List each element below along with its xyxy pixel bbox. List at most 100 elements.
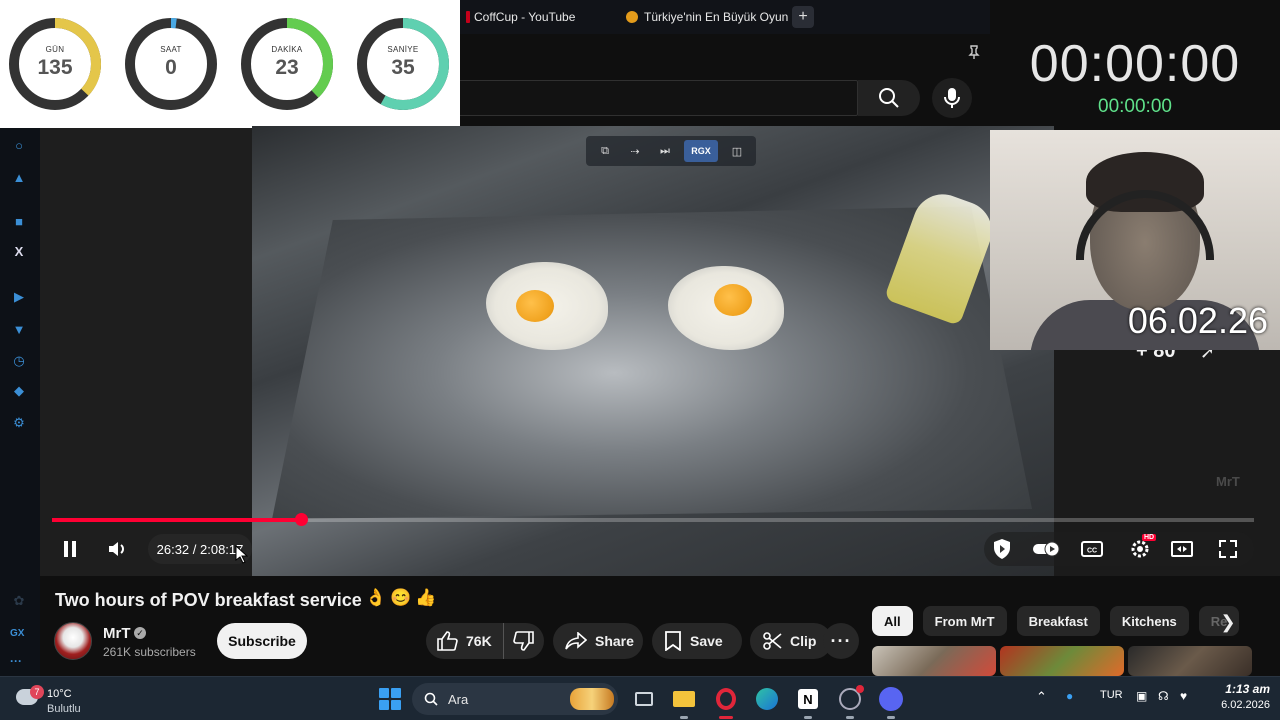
- video-frame[interactable]: [252, 126, 1054, 576]
- channel-name[interactable]: MrT: [103, 625, 131, 642]
- taskbar-clock[interactable]: 1:13 am 6.02.2026: [1200, 682, 1270, 711]
- clip-button[interactable]: Clip: [750, 623, 832, 659]
- rgx-button[interactable]: RGX: [684, 140, 718, 162]
- stopwatch-sub: 00:00:00: [1098, 96, 1172, 117]
- save-button[interactable]: Save: [652, 623, 742, 659]
- edge-browser-icon[interactable]: [753, 685, 781, 713]
- taskbar-search[interactable]: Ara: [412, 683, 618, 715]
- ship-icon[interactable]: ▲: [10, 168, 28, 186]
- extensions-icon[interactable]: ◆: [10, 382, 28, 400]
- countdown-seconds: SANİYE 35: [355, 16, 451, 112]
- chevron-right-icon[interactable]: ❯: [1216, 610, 1240, 634]
- search-button[interactable]: [858, 80, 920, 116]
- microphone-icon: [944, 88, 960, 108]
- display-icon[interactable]: ▣: [1136, 689, 1147, 703]
- file-explorer-icon[interactable]: [670, 685, 698, 719]
- skip-next-icon[interactable]: ⏭: [654, 141, 676, 161]
- related-thumbnail[interactable]: [872, 646, 996, 676]
- share-button[interactable]: Share: [553, 623, 643, 659]
- tab-coffcup-youtube[interactable]: CoffCup - YouTube: [460, 0, 620, 34]
- theater-mode-button[interactable]: [1170, 536, 1194, 562]
- video-title: Two hours of POV breakfast service: [55, 590, 362, 610]
- tab-turkish-gaming[interactable]: Türkiye'nin En Büyük Oyun: [620, 0, 790, 34]
- history-icon[interactable]: ◷: [10, 352, 28, 370]
- theater-icon: [1171, 541, 1193, 557]
- expand-icon: [1219, 540, 1237, 558]
- search-input[interactable]: [460, 80, 858, 116]
- browser-tab-strip: CoffCup - YouTube Türkiye'nin En Büyük O…: [460, 0, 990, 34]
- channel-watermark: MrT: [1216, 474, 1240, 489]
- notion-icon[interactable]: N: [794, 685, 822, 719]
- video-popout-toolbar: ⧉ ⇢ ⏭ RGX ◫: [586, 136, 756, 166]
- chip-breakfast[interactable]: Breakfast: [1016, 606, 1100, 636]
- related-chips: All From MrT Breakfast Kitchens Re: [872, 606, 1239, 636]
- captions-button[interactable]: CC: [1080, 536, 1104, 562]
- dislike-button[interactable]: [504, 623, 544, 659]
- sidebar-more-icon[interactable]: ···: [10, 654, 22, 668]
- like-count: 76K: [466, 633, 492, 649]
- player-icon[interactable]: ▶: [10, 288, 28, 306]
- task-view-icon[interactable]: [630, 685, 658, 713]
- tray-expand-icon[interactable]: ⌃: [1036, 689, 1047, 705]
- speaker-icon[interactable]: ☊: [1158, 689, 1169, 703]
- weather-description: Bulutlu: [47, 703, 81, 715]
- gamepad-icon[interactable]: ○: [10, 136, 28, 154]
- microphone-tray-icon[interactable]: ●: [1066, 689, 1073, 703]
- leaf-icon[interactable]: ✿: [10, 592, 28, 610]
- notification-badge: 7: [30, 685, 44, 699]
- settings-button[interactable]: HD: [1126, 534, 1157, 562]
- pin-sidebar-icon[interactable]: ▼: [10, 320, 28, 338]
- bookmark-icon: [665, 631, 681, 651]
- browser-sidebar: ○ ▲ ■ X ▶ ▼ ◷ ◆ ⚙ ✿ GX ···: [0, 128, 40, 676]
- new-tab-button[interactable]: +: [792, 6, 814, 28]
- chip-from-mrt[interactable]: From MrT: [922, 606, 1007, 636]
- discord-icon[interactable]: [877, 685, 905, 719]
- network-icon[interactable]: ♥: [1180, 689, 1187, 703]
- avatar[interactable]: [54, 622, 92, 660]
- share-icon: [565, 632, 587, 650]
- svg-text:CC: CC: [1087, 548, 1097, 555]
- title-emojis: 👌😊👍: [365, 588, 441, 607]
- twitch-icon[interactable]: ■: [10, 212, 28, 230]
- enter-icon[interactable]: ⇢: [624, 141, 646, 161]
- webcam-overlay: 06.02.26: [990, 130, 1280, 350]
- volume-button[interactable]: [104, 536, 130, 562]
- input-language[interactable]: TUR: [1100, 689, 1123, 701]
- thumbs-down-icon: [513, 631, 534, 651]
- autoplay-toggle[interactable]: [1032, 536, 1062, 562]
- weather-temperature: 10°C: [47, 688, 72, 700]
- shield-icon: [994, 539, 1010, 559]
- tab-title: CoffCup - YouTube: [474, 10, 576, 24]
- days-label: GÜN: [45, 45, 65, 54]
- gx-corner-label[interactable]: GX: [10, 628, 24, 639]
- more-actions-button[interactable]: ···: [823, 623, 859, 659]
- subscriber-count: 261K subscribers: [103, 645, 196, 659]
- pin-icon[interactable]: [966, 44, 982, 60]
- like-button[interactable]: 76K: [426, 623, 504, 659]
- weather-widget[interactable]: 7 10°C Bulutlu: [16, 685, 96, 715]
- fullscreen-button[interactable]: [1216, 536, 1240, 562]
- countdown-minutes: DAKİKA 23: [239, 16, 335, 112]
- ad-blocker-button[interactable]: [990, 536, 1014, 562]
- countdown-days: GÜN 135: [7, 16, 103, 112]
- settings-icon[interactable]: ⚙: [10, 414, 28, 432]
- scrubber-handle[interactable]: [294, 513, 308, 526]
- countdown-hours: SAAT 0: [123, 16, 219, 112]
- chip-kitchens[interactable]: Kitchens: [1109, 606, 1189, 636]
- related-thumbnail[interactable]: [1128, 646, 1252, 676]
- subscribe-button[interactable]: Subscribe: [217, 623, 307, 659]
- popout-icon[interactable]: ⧉: [594, 141, 616, 161]
- voice-search-button[interactable]: [932, 78, 972, 118]
- progress-bar[interactable]: [52, 513, 1254, 526]
- gaming-app-icon[interactable]: [836, 685, 864, 719]
- related-thumbnail[interactable]: [1000, 646, 1124, 676]
- clock-time: 1:13 am: [1225, 682, 1270, 696]
- sidepanel-icon[interactable]: ◫: [726, 141, 748, 161]
- windows-start-icon[interactable]: [379, 688, 401, 710]
- egg-yolk-right: [714, 284, 752, 316]
- opera-gx-icon[interactable]: [712, 685, 740, 719]
- x-twitter-icon[interactable]: X: [10, 242, 28, 260]
- pause-button[interactable]: [58, 536, 82, 562]
- chip-all[interactable]: All: [872, 606, 913, 636]
- browser-nav-row: [460, 34, 990, 76]
